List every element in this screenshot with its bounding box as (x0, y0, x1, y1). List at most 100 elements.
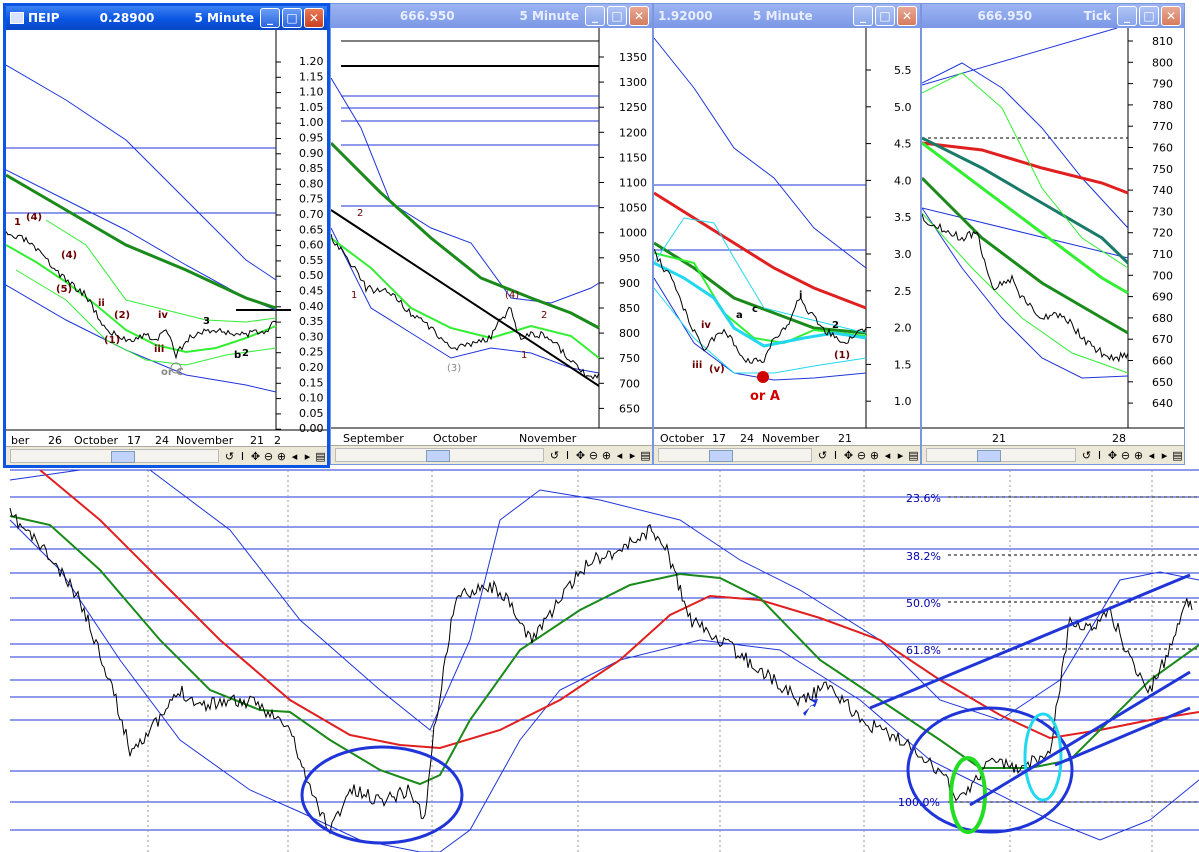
y-tick-label: 3.0 (894, 248, 912, 261)
refresh-icon[interactable]: ↺ (223, 450, 236, 463)
minimize-button[interactable]: _ (585, 6, 605, 26)
chart-window-tick[interactable]: 666.950 Tick _ □ ✕ 810 800 790 780 770 760 750 74… (921, 3, 1185, 465)
y-tick-label: 0.75 (299, 193, 324, 206)
maximize-button[interactable]: □ (875, 6, 895, 26)
y-tick-label: 0.55 (299, 254, 324, 267)
y-tick-label: 780 (1152, 99, 1173, 112)
cursor-icon[interactable]: I (236, 450, 249, 463)
zoom-out-icon[interactable]: ⊖ (1119, 449, 1132, 462)
scroll-thumb[interactable] (426, 450, 450, 462)
cursor-icon[interactable]: I (829, 449, 842, 462)
close-button[interactable]: ✕ (897, 6, 917, 26)
wave-label: 2 (357, 208, 363, 219)
wave-label: 1 (14, 217, 21, 228)
scrollbar[interactable]: ↺ I ✥ ⊖ ⊕ ◂ ▸ ▤ (922, 445, 1184, 464)
x-tick-label: 28 (1112, 432, 1126, 445)
chart-window-peir[interactable]: ΠΕΙΡ 0.28900 5 Minute _ □ ✕ 1.20 1.15 1.10 1.… (3, 3, 330, 468)
chart-window-index[interactable]: 666.950 5 Minute _ □ ✕ 1350 1300 1250 1200 115… (330, 3, 653, 465)
scroll-track[interactable] (10, 449, 219, 463)
zoom-in-icon[interactable]: ⊕ (1132, 449, 1145, 462)
move-icon[interactable]: ✥ (1106, 449, 1119, 462)
menu-icon[interactable]: ▤ (1171, 449, 1184, 462)
scroll-thumb[interactable] (709, 450, 733, 462)
wave-label: (3) (447, 363, 461, 374)
zoom-out-icon[interactable]: ⊖ (587, 449, 600, 462)
y-tick-label: 0.50 (299, 269, 324, 282)
fib-label-61: 61.8% (906, 644, 941, 657)
y-tick-label: 4.0 (894, 174, 912, 187)
scroll-thumb[interactable] (111, 451, 135, 463)
minimize-button[interactable]: _ (853, 6, 873, 26)
fib-label-23: 23.6% (906, 492, 941, 505)
minimize-button[interactable]: _ (1117, 6, 1137, 26)
window-price: 0.28900 (99, 11, 155, 25)
cursor-icon[interactable]: I (561, 449, 574, 462)
close-button[interactable]: ✕ (1161, 6, 1181, 26)
move-icon[interactable]: ✥ (842, 449, 855, 462)
move-icon[interactable]: ✥ (249, 450, 262, 463)
wave-circle (757, 371, 769, 383)
x-tick-label: 21 (992, 432, 1006, 445)
x-tick-label: October (433, 432, 477, 445)
window-period: Tick (1083, 9, 1111, 23)
scroll-right-icon[interactable]: ▸ (301, 450, 314, 463)
scrollbar[interactable]: ↺ I ✥ ⊖ ⊕ ◂ ▸ ▤ (6, 446, 327, 465)
y-tick-label: 1100 (619, 177, 647, 190)
refresh-icon[interactable]: ↺ (548, 449, 561, 462)
chart-window-stock2[interactable]: 1.92000 5 Minute _ □ ✕ 5.5 5.0 4.5 4.0 3.5 3.0 2… (653, 3, 921, 465)
zoom-in-icon[interactable]: ⊕ (868, 449, 881, 462)
menu-icon[interactable]: ▤ (314, 450, 327, 463)
menu-icon[interactable]: ▤ (907, 449, 920, 462)
y-tick-label: 1200 (619, 126, 647, 139)
title-bar[interactable]: ΠΕΙΡ 0.28900 5 Minute _ □ ✕ (6, 6, 327, 30)
cursor-icon[interactable]: I (1093, 449, 1106, 462)
scroll-left-icon[interactable]: ◂ (881, 449, 894, 462)
scroll-left-icon[interactable]: ◂ (288, 450, 301, 463)
window-symbol: ΠΕΙΡ (28, 11, 60, 25)
menu-icon[interactable]: ▤ (639, 449, 652, 462)
wave-label: 1 (351, 290, 357, 301)
chart-plot-stock2: 5.5 5.0 4.5 4.0 3.5 3.0 2.5 2.0 1.5 1.0 October 17 2… (654, 28, 920, 448)
y-tick-label: 1.05 (299, 101, 324, 114)
scroll-left-icon[interactable]: ◂ (1145, 449, 1158, 462)
scroll-thumb[interactable] (977, 450, 1001, 462)
scroll-right-icon[interactable]: ▸ (626, 449, 639, 462)
y-tick-label: 800 (619, 327, 640, 340)
x-tick-label: September (343, 432, 404, 445)
y-tick-label: 760 (1152, 142, 1173, 155)
zoom-out-icon[interactable]: ⊖ (262, 450, 275, 463)
scroll-right-icon[interactable]: ▸ (894, 449, 907, 462)
zoom-out-icon[interactable]: ⊖ (855, 449, 868, 462)
scroll-right-icon[interactable]: ▸ (1158, 449, 1171, 462)
y-tick-label: 4.5 (894, 138, 912, 151)
x-tick-label: 24 (740, 432, 754, 445)
zoom-in-icon[interactable]: ⊕ (275, 450, 288, 463)
scroll-track[interactable] (658, 448, 812, 462)
scroll-left-icon[interactable]: ◂ (613, 449, 626, 462)
move-icon[interactable]: ✥ (574, 449, 587, 462)
minimize-button[interactable]: _ (260, 8, 280, 28)
y-tick-label: 700 (1152, 269, 1173, 282)
close-button[interactable]: ✕ (629, 6, 649, 26)
title-bar[interactable]: 666.950 5 Minute _ □ ✕ (331, 4, 652, 28)
refresh-icon[interactable]: ↺ (1080, 449, 1093, 462)
maximize-button[interactable]: □ (282, 8, 302, 28)
maximize-button[interactable]: □ (1139, 6, 1159, 26)
scrollbar[interactable]: ↺ I ✥ ⊖ ⊕ ◂ ▸ ▤ (331, 445, 652, 464)
window-price: 1.92000 (658, 9, 713, 23)
close-button[interactable]: ✕ (304, 8, 324, 28)
scroll-track[interactable] (335, 448, 544, 462)
zoom-in-icon[interactable]: ⊕ (600, 449, 613, 462)
y-tick-label: 1.20 (299, 55, 324, 68)
maximize-button[interactable]: □ (607, 6, 627, 26)
y-tick-label: 1050 (619, 202, 647, 215)
title-bar[interactable]: 1.92000 5 Minute _ □ ✕ (654, 4, 920, 28)
y-tick-label: 1.15 (299, 70, 324, 83)
refresh-icon[interactable]: ↺ (816, 449, 829, 462)
wave-label: (2) (114, 310, 130, 321)
scroll-track[interactable] (926, 448, 1076, 462)
y-tick-label: 1.00 (299, 116, 324, 129)
scrollbar[interactable]: ↺ I ✥ ⊖ ⊕ ◂ ▸ ▤ (654, 445, 920, 464)
title-bar[interactable]: 666.950 Tick _ □ ✕ (922, 4, 1184, 28)
wave-label: 2 (242, 348, 249, 359)
